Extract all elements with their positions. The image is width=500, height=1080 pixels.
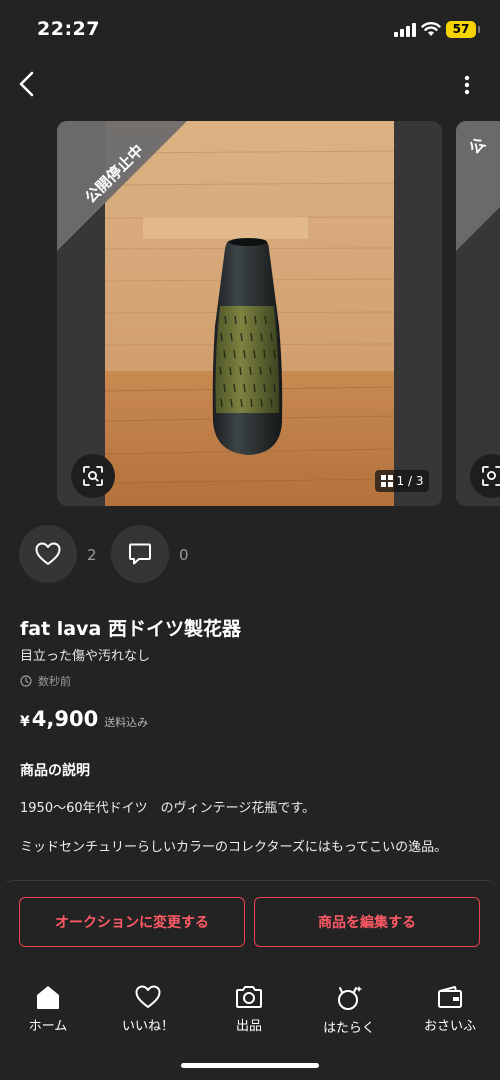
tab-work[interactable]: はたらく xyxy=(309,984,389,1036)
posted-time-text: 数秒前 xyxy=(38,675,71,688)
status-time: 22:27 xyxy=(37,18,100,40)
home-icon xyxy=(37,986,59,1009)
photo-counter-text: 1 / 3 xyxy=(396,474,424,488)
posted-time: 数秒前 xyxy=(20,673,71,689)
image-search-button[interactable] xyxy=(71,454,115,498)
price-currency: ¥ xyxy=(20,714,30,730)
tab-wallet[interactable]: おさいふ xyxy=(410,984,490,1034)
tab-sell[interactable]: 出品 xyxy=(209,984,289,1034)
wifi-icon xyxy=(421,22,441,36)
camera-icon xyxy=(236,986,262,1008)
description-line: 1950〜60年代ドイツ のヴィンテージ花瓶です。 xyxy=(20,801,316,816)
heart-icon xyxy=(35,542,61,565)
tab-home[interactable]: ホーム xyxy=(8,984,88,1034)
photo-card[interactable]: 公開停止中 1 / 3 xyxy=(57,121,442,506)
like-button[interactable] xyxy=(19,525,77,583)
tab-work-label: はたらく xyxy=(323,1021,375,1036)
item-title: fat lava 西ドイツ製花器 xyxy=(20,618,241,640)
tab-likes-label: いいね！ xyxy=(121,1019,174,1034)
back-icon[interactable] xyxy=(12,68,44,100)
clock-icon xyxy=(20,675,32,687)
next-image-search-button[interactable] xyxy=(470,454,500,498)
tab-likes[interactable]: いいね！ xyxy=(108,984,188,1034)
comment-button[interactable] xyxy=(111,525,169,583)
price: ¥ 4,900 送料込み xyxy=(20,707,148,731)
scan-icon xyxy=(83,466,103,486)
home-indicator[interactable] xyxy=(181,1063,319,1068)
next-photo-card[interactable]: 公 xyxy=(456,121,500,506)
shipping-label: 送料込み xyxy=(104,716,149,729)
sparkle-bag-icon xyxy=(338,986,362,1010)
description-line: ミッドセンチュリーらしいカラーのコレクターズにはもってこいの逸品。 xyxy=(20,840,448,855)
like-count: 2 xyxy=(87,546,97,564)
change-to-auction-button[interactable]: オークションに変更する xyxy=(19,897,245,947)
description-heading: 商品の説明 xyxy=(20,763,90,779)
photo-counter: 1 / 3 xyxy=(375,470,429,492)
comment-count: 0 xyxy=(179,546,189,564)
battery-indicator: 57 xyxy=(446,21,480,38)
tab-wallet-label: おさいふ xyxy=(423,1019,476,1034)
next-unpublished-banner: 公 xyxy=(456,121,500,251)
action-bar: オークションに変更する 商品を編集する xyxy=(0,880,500,970)
heart-icon xyxy=(135,985,161,1008)
gallery-grid-icon xyxy=(380,475,393,487)
wallet-icon xyxy=(438,986,462,1008)
tab-home-label: ホーム xyxy=(28,1019,68,1034)
status-bar: 22:27 57 xyxy=(0,0,500,60)
item-condition: 目立った傷や汚れなし xyxy=(20,649,151,664)
tab-sell-label: 出品 xyxy=(235,1019,262,1034)
unpublished-banner: 公開停止中 xyxy=(57,121,187,251)
price-value: 4,900 xyxy=(31,707,99,731)
comment-icon xyxy=(129,543,151,565)
more-options-icon[interactable] xyxy=(452,70,482,100)
signal-icon xyxy=(394,23,416,37)
edit-item-button[interactable]: 商品を編集する xyxy=(254,897,480,947)
scan-icon xyxy=(482,466,500,486)
